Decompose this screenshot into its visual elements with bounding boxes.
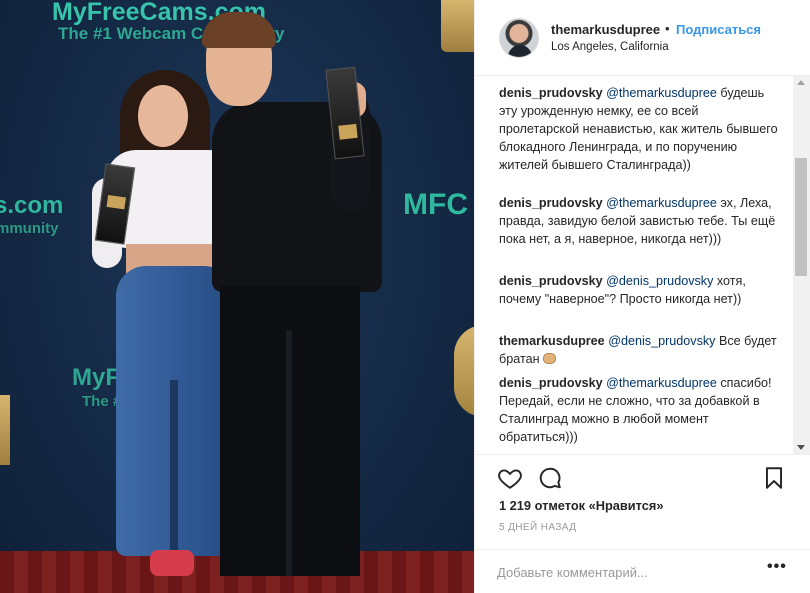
scroll-down-arrow-icon[interactable] bbox=[797, 445, 805, 450]
fist-emoji-icon bbox=[543, 353, 557, 364]
woman-face bbox=[138, 85, 188, 147]
scroll-thumb[interactable] bbox=[795, 158, 807, 276]
post-location[interactable]: Los Angeles, California bbox=[551, 41, 669, 53]
woman-shoe bbox=[150, 550, 194, 576]
heart-icon[interactable] bbox=[497, 465, 523, 491]
comment-author[interactable]: themarkusdupree bbox=[499, 334, 605, 348]
comments-scrollbar[interactable] bbox=[793, 76, 810, 454]
scroll-up-arrow-icon[interactable] bbox=[797, 80, 805, 85]
comment-author[interactable]: denis_prudovsky bbox=[499, 86, 603, 100]
award-badge-shape bbox=[454, 325, 474, 417]
post-side-panel: themarkusdupree • Подписаться Los Angele… bbox=[474, 0, 810, 593]
award-badge-shape bbox=[0, 395, 10, 465]
add-comment-input[interactable] bbox=[497, 562, 747, 582]
comment-author[interactable]: denis_prudovsky bbox=[499, 274, 603, 288]
comment-mention[interactable]: @themarkusdupree bbox=[606, 86, 717, 100]
post-photo[interactable]: MyFreeCams.com The #1 Webcam Community s… bbox=[0, 0, 474, 593]
pants-seam bbox=[286, 330, 292, 576]
award-badge-shape bbox=[441, 0, 474, 52]
avatar[interactable] bbox=[499, 18, 539, 58]
comment-mention[interactable]: @themarkusdupree bbox=[606, 376, 717, 390]
add-comment-bar: ••• bbox=[475, 549, 810, 593]
backdrop-logo-text-left: s.com bbox=[0, 192, 64, 219]
comment-author[interactable]: denis_prudovsky bbox=[499, 196, 603, 210]
comment-mention[interactable]: @themarkusdupree bbox=[606, 196, 717, 210]
comment-author[interactable]: denis_prudovsky bbox=[499, 376, 603, 390]
post-timestamp[interactable]: 5 ДНЕЙ НАЗАД bbox=[499, 522, 576, 533]
post-header: themarkusdupree • Подписаться Los Angele… bbox=[475, 0, 810, 76]
likes-count[interactable]: 1 219 отметок «Нравится» bbox=[499, 498, 663, 513]
bookmark-icon[interactable] bbox=[761, 465, 787, 491]
separator-dot: • bbox=[665, 21, 670, 36]
comment-bubble-icon[interactable] bbox=[537, 465, 563, 491]
comment-item: themarkusdupree @denis_prudovsky Все буд… bbox=[499, 332, 779, 368]
comments-list[interactable]: denis_prudovsky @themarkusdupree будешь … bbox=[475, 76, 810, 454]
comment-item: denis_prudovsky @denis_prudovsky хотя, п… bbox=[499, 272, 779, 308]
more-options-icon[interactable]: ••• bbox=[767, 558, 787, 576]
comment-mention[interactable]: @denis_prudovsky bbox=[606, 274, 713, 288]
comment-mention[interactable]: @denis_prudovsky bbox=[608, 334, 715, 348]
post-actions-bar bbox=[475, 454, 810, 496]
comment-item: denis_prudovsky @themarkusdupree эх, Лех… bbox=[499, 194, 779, 248]
follow-button[interactable]: Подписаться bbox=[676, 22, 761, 37]
backdrop-logo-text-right: MFC bbox=[403, 188, 468, 221]
post-author-username[interactable]: themarkusdupree bbox=[551, 22, 660, 37]
backdrop-tagline-text-left: mmunity bbox=[0, 220, 59, 237]
comment-item: denis_prudovsky @themarkusdupree будешь … bbox=[499, 84, 779, 174]
comment-item: denis_prudovsky @themarkusdupree спасибо… bbox=[499, 374, 779, 446]
jeans-seam bbox=[170, 380, 178, 556]
